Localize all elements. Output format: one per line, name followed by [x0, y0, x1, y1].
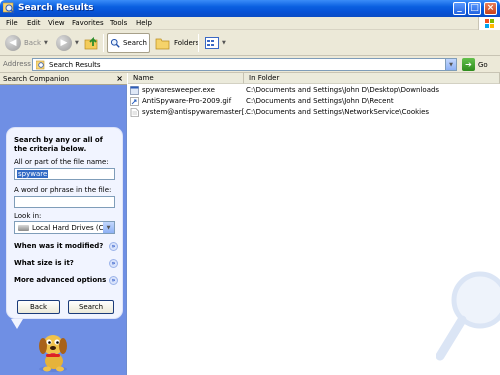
- title-bar: Search Results _ □ ×: [0, 0, 500, 17]
- column-header-in-folder[interactable]: In Folder: [244, 73, 500, 84]
- menu-bar: File Edit View Favorites Tools Help: [0, 17, 500, 30]
- search-results-icon: [36, 60, 45, 69]
- search-criteria-balloon: Search by any or all of the criteria bel…: [6, 127, 123, 319]
- chevron-down-icon: ▼: [44, 40, 48, 46]
- chevron-down-icon: ▼: [75, 40, 79, 46]
- modified-label: When was it modified?: [14, 242, 104, 250]
- back-arrow-icon: ◀: [5, 35, 21, 51]
- menu-file[interactable]: File: [6, 19, 18, 27]
- size-label: What size is it?: [14, 259, 74, 267]
- close-icon[interactable]: ×: [116, 74, 123, 83]
- maximize-button[interactable]: □: [468, 2, 481, 15]
- column-header-name[interactable]: Name: [128, 73, 244, 84]
- size-section-toggle[interactable]: What size is it? »: [14, 259, 118, 269]
- up-folder-icon: [84, 36, 98, 50]
- panel-title: Search Companion: [3, 75, 70, 83]
- address-dropdown-button[interactable]: ▼: [445, 59, 456, 70]
- minimize-button[interactable]: _: [453, 2, 466, 15]
- folder-cell: C:\Documents and Settings\John D\Recent: [246, 97, 394, 105]
- address-value: Search Results: [49, 60, 101, 69]
- address-bar: Address Search Results ▼ ➔ Go: [0, 56, 500, 73]
- search-button[interactable]: Search: [107, 33, 150, 53]
- menu-help[interactable]: Help: [136, 19, 152, 27]
- look-in-value: Local Hard Drives (C:): [32, 223, 109, 232]
- expand-chevron-icon: »: [109, 259, 118, 268]
- table-row[interactable]: system@antispywaremaster[... C:\Document…: [128, 107, 500, 118]
- folders-icon: [155, 38, 170, 50]
- toolbar-separator: [103, 34, 104, 52]
- phrase-input[interactable]: [14, 196, 115, 208]
- chevron-down-icon: ▼: [449, 61, 453, 68]
- file-name-value: spyware: [17, 170, 49, 178]
- file-name-cell: system@antispywaremaster[...: [142, 108, 247, 116]
- go-label: Go: [478, 60, 488, 69]
- cookie-icon: [130, 108, 139, 117]
- modified-section-toggle[interactable]: When was it modified? »: [14, 242, 118, 252]
- forward-arrow-icon: ▶: [56, 35, 72, 51]
- windows-logo-icon: [478, 17, 500, 30]
- search-companion-panel: Search Companion × Search by any or all …: [0, 73, 127, 375]
- search-dog-icon: [39, 335, 67, 372]
- table-row[interactable]: AntiSpyware-Pro-2009.gif C:\Documents an…: [128, 96, 500, 107]
- toolbar: ◀ Back ▼ ▶ ▼ Search Folders ▼: [0, 30, 500, 56]
- exe-icon: [130, 86, 139, 95]
- hard-drive-icon: [18, 224, 29, 231]
- folders-button[interactable]: Folders: [153, 33, 201, 53]
- go-arrow-icon: ➔: [462, 58, 475, 71]
- balloon-tail: [11, 319, 23, 329]
- advanced-section-toggle[interactable]: More advanced options »: [14, 276, 118, 286]
- look-in-dropdown-button[interactable]: ▼: [103, 222, 114, 233]
- folder-cell: C:\Documents and Settings\John D\Desktop…: [246, 86, 440, 94]
- file-name-input[interactable]: spyware: [14, 168, 115, 180]
- go-button[interactable]: ➔ Go: [462, 58, 488, 71]
- file-name-cell: spywaresweeper.exe: [142, 86, 215, 94]
- menu-view[interactable]: View: [48, 19, 65, 27]
- back-button[interactable]: ◀ Back ▼: [3, 33, 50, 53]
- file-name-label: All or part of the file name:: [14, 158, 109, 166]
- window-title: Search Results: [18, 3, 94, 13]
- forward-button[interactable]: ▶ ▼: [54, 33, 81, 53]
- address-input[interactable]: Search Results ▼: [32, 58, 457, 71]
- search-window-icon: [3, 2, 15, 14]
- look-in-label: Look in:: [14, 212, 42, 220]
- toolbar-separator: [198, 34, 199, 52]
- views-icon: [205, 37, 219, 49]
- menu-edit[interactable]: Edit: [27, 19, 41, 27]
- table-row[interactable]: spywaresweeper.exe C:\Documents and Sett…: [128, 85, 500, 96]
- search-submit-button[interactable]: Search: [68, 300, 114, 314]
- chevron-down-icon: ▼: [106, 224, 111, 231]
- advanced-label: More advanced options: [14, 276, 107, 284]
- look-in-select[interactable]: Local Hard Drives (C:) ▼: [14, 221, 115, 234]
- search-watermark-icon: [436, 271, 500, 361]
- up-folder-button[interactable]: [82, 33, 102, 53]
- menu-tools[interactable]: Tools: [110, 19, 127, 27]
- results-pane: Name In Folder spywaresweeper.exe C:\Doc…: [128, 73, 500, 375]
- back-search-button[interactable]: Back: [17, 300, 60, 314]
- address-label: Address: [3, 60, 31, 68]
- close-window-button[interactable]: ×: [484, 2, 497, 15]
- phrase-label: A word or phrase in the file:: [14, 186, 112, 194]
- file-name-cell: AntiSpyware-Pro-2009.gif: [142, 97, 232, 105]
- expand-chevron-icon: »: [109, 242, 118, 251]
- search-icon: [110, 38, 120, 48]
- folder-cell: C:\Documents and Settings\NetworkService…: [246, 108, 430, 116]
- criteria-heading: Search by any or all of the criteria bel…: [14, 136, 103, 153]
- panel-header: Search Companion ×: [0, 73, 127, 85]
- menu-favorites[interactable]: Favorites: [72, 19, 104, 27]
- shortcut-icon: [130, 97, 139, 106]
- expand-chevron-icon: »: [109, 276, 118, 285]
- views-button[interactable]: ▼: [203, 33, 228, 53]
- chevron-down-icon: ▼: [222, 40, 226, 46]
